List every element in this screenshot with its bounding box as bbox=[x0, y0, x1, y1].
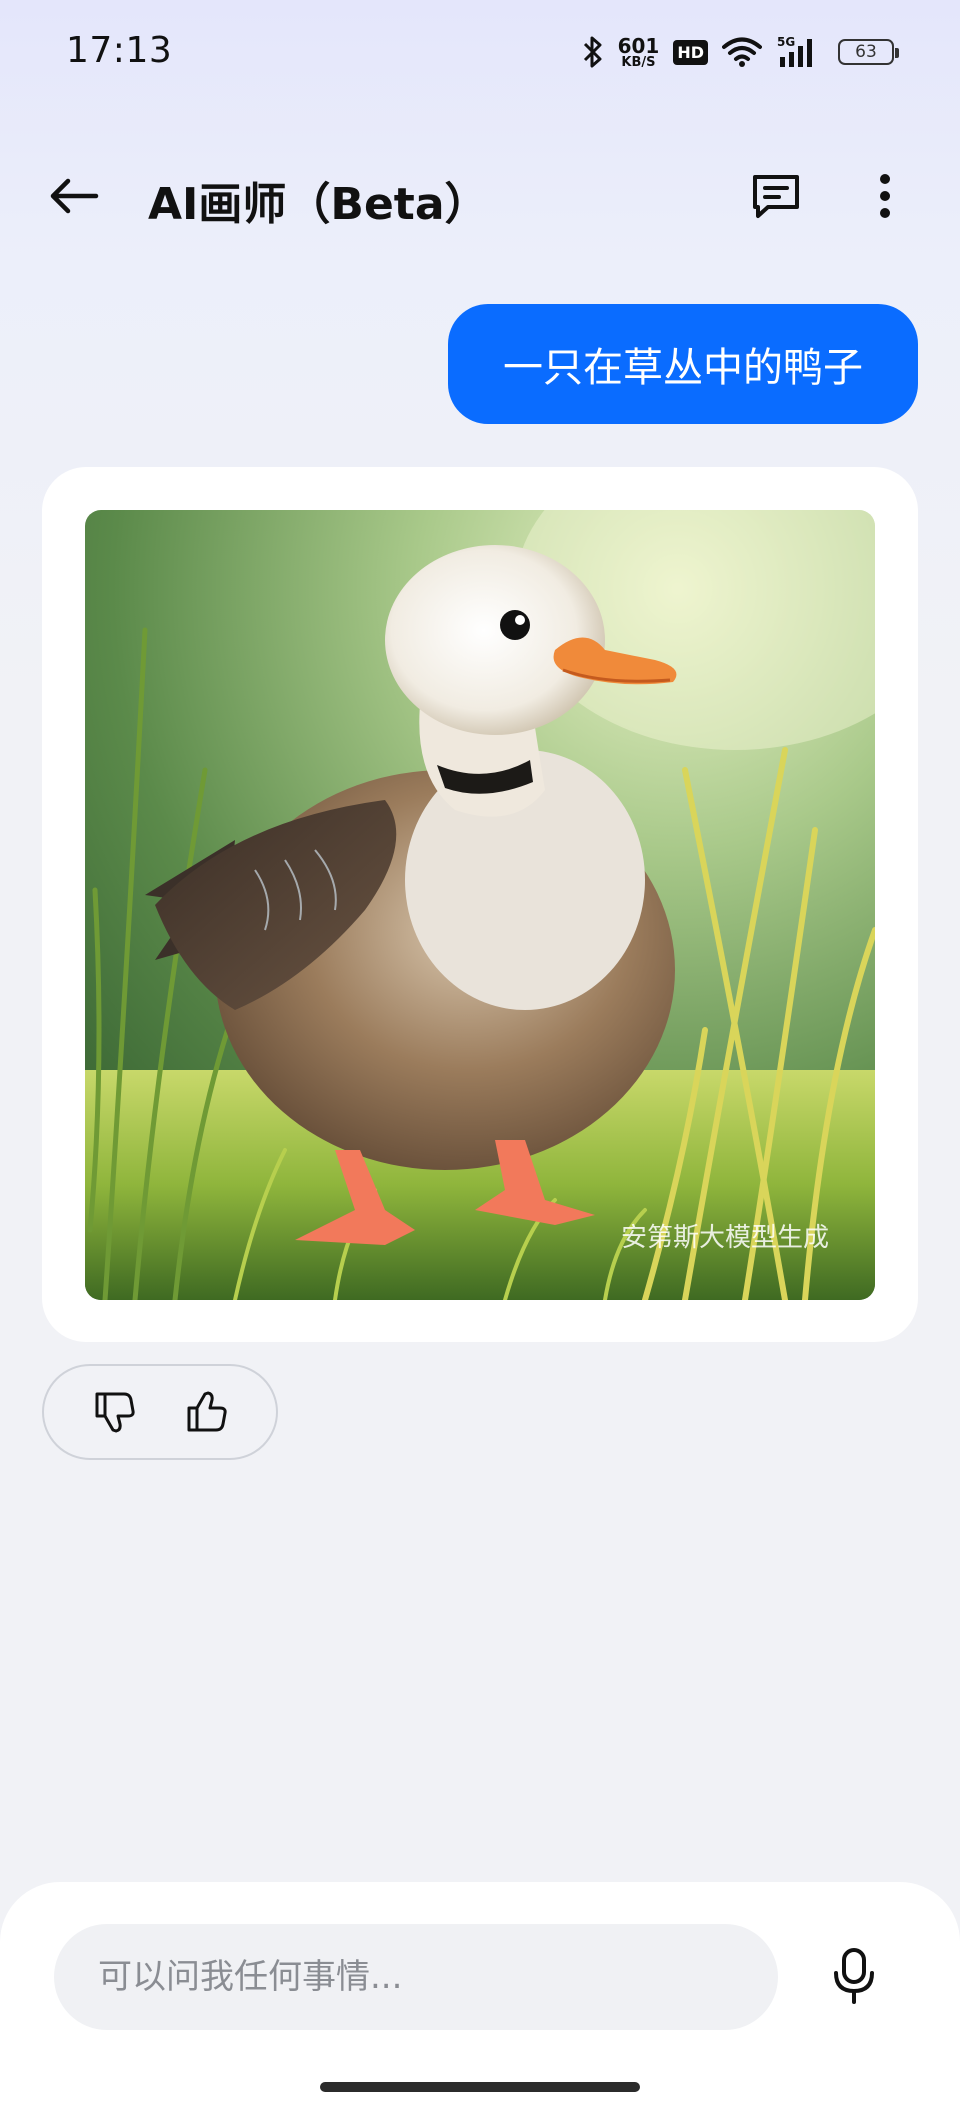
home-indicator[interactable] bbox=[320, 2082, 640, 2092]
page-title: AI画师（Beta） bbox=[148, 179, 489, 230]
thumbs-up-icon bbox=[187, 1391, 227, 1432]
composer-bar bbox=[0, 1882, 960, 2112]
status-time: 17:13 bbox=[66, 30, 173, 71]
back-button[interactable] bbox=[44, 170, 104, 222]
status-icons: 601 KB/S HD 5G 63 bbox=[582, 30, 899, 74]
microphone-icon bbox=[834, 1948, 874, 2004]
battery-indicator: 63 bbox=[838, 39, 899, 65]
user-message-bubble[interactable]: 一只在草丛中的鸭子 bbox=[448, 304, 918, 424]
back-arrow-icon bbox=[50, 178, 99, 214]
bluetooth-icon bbox=[583, 36, 602, 68]
user-message-text: 一只在草丛中的鸭子 bbox=[503, 345, 863, 391]
dislike-button[interactable] bbox=[84, 1382, 144, 1442]
like-button[interactable] bbox=[176, 1382, 236, 1442]
svg-text:5G: 5G bbox=[777, 35, 795, 49]
image-watermark: 安第斯大模型生成 bbox=[621, 1223, 829, 1253]
more-options-button[interactable] bbox=[860, 168, 910, 224]
generated-duck-image[interactable]: 安第斯大模型生成 bbox=[85, 510, 875, 1300]
network-speed: 601 KB/S bbox=[617, 33, 660, 70]
conversation-button[interactable] bbox=[748, 168, 804, 224]
status-bar: 17:13 601 KB/S HD 5G 63 bbox=[0, 0, 960, 108]
voice-input-button[interactable] bbox=[818, 1940, 890, 2012]
duck-illustration: 安第斯大模型生成 bbox=[85, 510, 875, 1300]
thumbs-down-icon bbox=[95, 1392, 135, 1433]
message-input-container[interactable] bbox=[54, 1924, 778, 2030]
generated-image-card: 安第斯大模型生成 bbox=[42, 467, 918, 1342]
chat-bubble-icon bbox=[753, 175, 799, 218]
message-input[interactable] bbox=[54, 1924, 778, 2030]
wifi-icon bbox=[722, 37, 762, 67]
cellular-signal-icon: 5G bbox=[777, 35, 812, 67]
hd-badge: HD bbox=[673, 39, 708, 65]
title-bar: AI画师（Beta） bbox=[0, 150, 960, 240]
feedback-group bbox=[42, 1364, 278, 1460]
more-vertical-icon bbox=[880, 174, 890, 218]
